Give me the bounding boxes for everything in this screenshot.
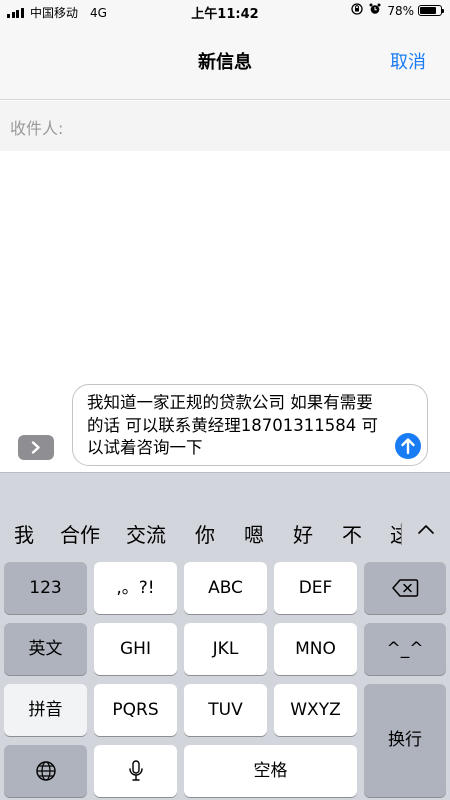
battery-percent: 78%: [387, 3, 414, 18]
key-123[interactable]: 123: [4, 562, 87, 614]
key-label: ABC: [208, 578, 243, 598]
message-input[interactable]: 我知道一家正规的贷款公司 如果有需要的话 可以联系黄经理18701311584 …: [72, 384, 428, 466]
key-label: 拼音: [28, 700, 63, 720]
candidate-word[interactable]: 这: [390, 519, 401, 548]
key-label: PQRS: [112, 700, 159, 720]
key-label: 换行: [388, 730, 422, 750]
key-punctuation[interactable]: ,。?!: [94, 562, 177, 614]
keyboard: 我 合作 交流 你 嗯 好 不 这 123 ,。?! ABC DEF 英文 GH…: [0, 472, 450, 800]
candidate-divider: [401, 523, 402, 545]
key-def[interactable]: DEF: [274, 562, 357, 614]
candidate-bar: 我 合作 交流 你 嗯 好 不 这: [0, 509, 450, 553]
candidate-word[interactable]: 交流: [126, 519, 166, 548]
dictation-key[interactable]: [94, 745, 177, 797]
candidate-expand-button[interactable]: [416, 521, 438, 539]
key-wxyz[interactable]: WXYZ: [274, 684, 357, 736]
message-text[interactable]: 我知道一家正规的贷款公司 如果有需要的话 可以联系黄经理18701311584 …: [87, 392, 383, 460]
key-label: WXYZ: [290, 700, 341, 720]
space-key[interactable]: 空格: [184, 745, 357, 797]
microphone-icon: [128, 760, 143, 781]
status-bar: 中国移动 4G 上午11:42 78%: [0, 0, 450, 24]
key-label: 英文: [28, 639, 63, 659]
key-mno[interactable]: MNO: [274, 623, 357, 675]
recipient-input[interactable]: [80, 111, 440, 141]
key-ghi[interactable]: GHI: [94, 623, 177, 675]
alarm-icon: [369, 3, 381, 18]
status-right: 78%: [351, 3, 444, 18]
key-label: ,。?!: [116, 578, 155, 598]
key-english[interactable]: 英文: [4, 623, 87, 675]
key-label: 空格: [253, 761, 288, 781]
key-pqrs[interactable]: PQRS: [94, 684, 177, 736]
navigation-bar: 新信息 取消: [0, 24, 450, 100]
key-jkl[interactable]: JKL: [184, 623, 267, 675]
candidate-word[interactable]: 嗯: [244, 519, 264, 548]
enter-key[interactable]: 换行: [364, 684, 446, 797]
key-label: GHI: [120, 639, 151, 659]
recipient-label: 收件人:: [10, 119, 64, 138]
globe-key[interactable]: [4, 745, 87, 797]
expand-apps-button[interactable]: [18, 435, 54, 460]
candidate-word[interactable]: 你: [195, 519, 215, 548]
key-label: JKL: [212, 639, 239, 659]
candidate-word[interactable]: 我: [14, 519, 34, 548]
key-label: ^_^: [386, 639, 424, 659]
key-label: 123: [29, 578, 62, 598]
arrow-up-icon: [401, 438, 415, 455]
battery-fill: [420, 7, 436, 14]
chevron-up-icon: [418, 525, 434, 534]
key-emoticon[interactable]: ^_^: [364, 623, 446, 675]
backspace-key[interactable]: [364, 562, 446, 614]
key-pinyin[interactable]: 拼音: [4, 684, 87, 736]
candidate-word[interactable]: 好: [293, 519, 313, 548]
key-tuv[interactable]: TUV: [184, 684, 267, 736]
candidate-word[interactable]: 不: [342, 519, 362, 548]
key-abc[interactable]: ABC: [184, 562, 267, 614]
key-label: TUV: [208, 700, 243, 720]
battery-icon: [418, 5, 444, 16]
page-title: 新信息: [198, 52, 252, 73]
key-label: DEF: [298, 578, 333, 598]
cancel-button[interactable]: 取消: [390, 48, 426, 74]
chevron-right-icon: [31, 441, 40, 454]
key-label: MNO: [295, 639, 336, 659]
globe-icon: [35, 761, 56, 781]
recipient-row[interactable]: 收件人:: [0, 101, 450, 151]
candidate-word[interactable]: 合作: [60, 519, 100, 548]
send-button[interactable]: [395, 433, 421, 459]
backspace-icon: [392, 579, 419, 597]
orientation-lock-icon: [351, 3, 363, 18]
